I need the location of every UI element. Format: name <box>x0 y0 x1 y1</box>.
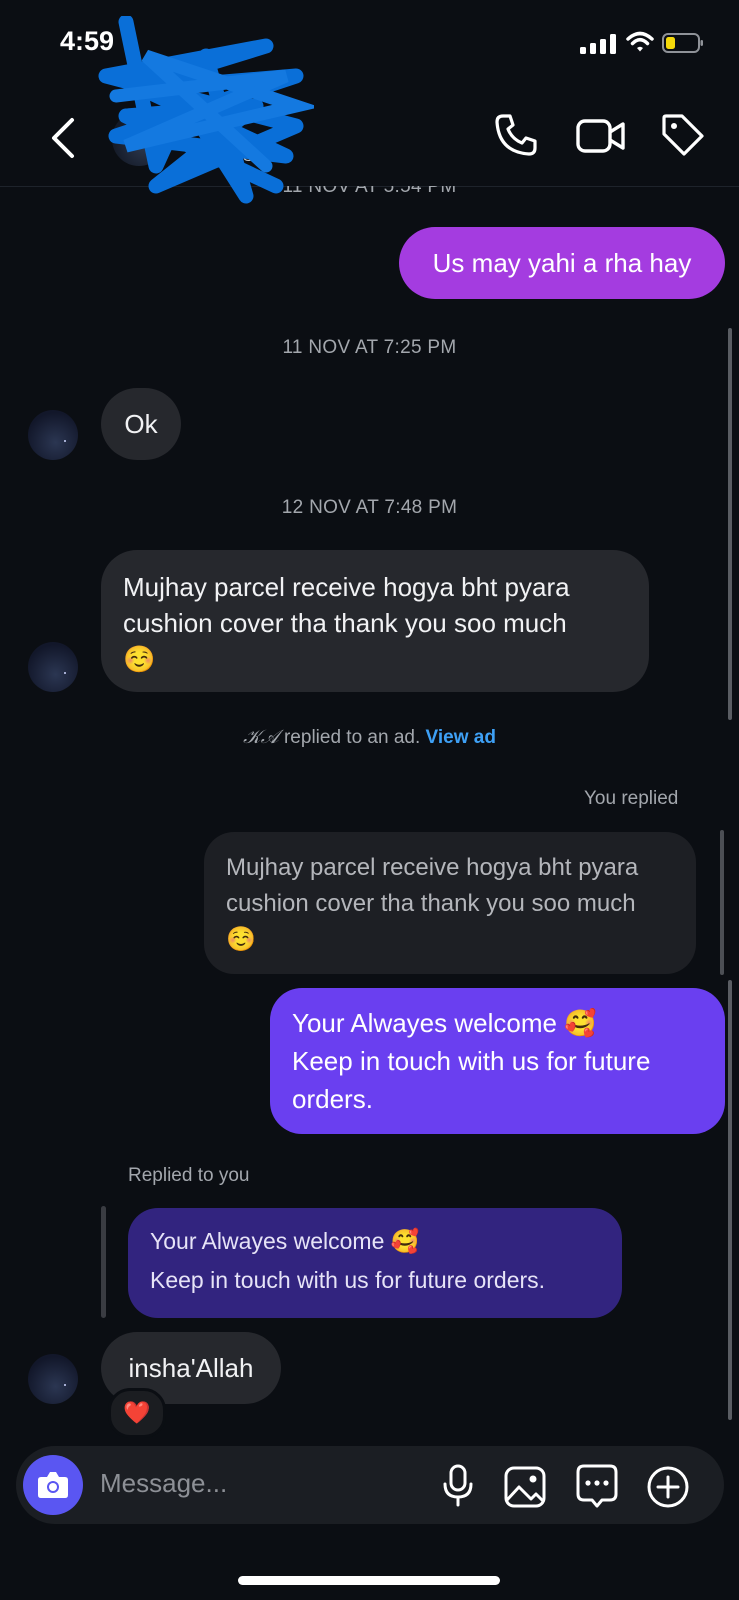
redaction-scribble <box>98 16 314 204</box>
camera-button[interactable] <box>23 1455 83 1515</box>
contact-avatar[interactable] <box>28 642 78 692</box>
contact-avatar[interactable] <box>28 1354 78 1404</box>
camera-icon <box>38 1472 68 1498</box>
heart-reaction[interactable]: ❤️ <box>108 1388 166 1438</box>
microphone-icon[interactable] <box>440 1464 476 1508</box>
outgoing-message[interactable]: Us may yahi a rha hay <box>399 227 725 299</box>
video-camera-icon[interactable] <box>576 116 626 156</box>
plus-icon[interactable] <box>646 1465 690 1509</box>
ad-reply-notice: 𝒦𝒜 replied to an ad. View ad <box>243 726 496 748</box>
wifi-icon <box>626 31 654 52</box>
scroll-indicator <box>728 328 732 720</box>
quoted-message[interactable]: Mujhay parcel receive hogya bht pyara cu… <box>204 832 696 974</box>
quoted-message[interactable]: Your Alwayes welcome 🥰 Keep in touch wit… <box>128 1208 622 1318</box>
contact-avatar[interactable] <box>28 410 78 460</box>
phone-icon[interactable] <box>493 112 539 158</box>
you-replied-label: You replied <box>584 788 679 809</box>
reply-indicator-bar <box>101 1206 106 1318</box>
scroll-indicator <box>728 980 732 1420</box>
sticker-icon[interactable] <box>576 1464 618 1508</box>
view-ad-link[interactable]: View ad <box>426 727 496 748</box>
home-indicator[interactable] <box>238 1576 500 1585</box>
gallery-icon[interactable] <box>504 1466 546 1508</box>
tag-icon[interactable] <box>660 112 706 158</box>
timestamp: 11 NOV AT 7:25 PM <box>282 337 457 358</box>
outgoing-message[interactable]: Your Alwayes welcome 🥰 Keep in touch wit… <box>270 988 725 1134</box>
scroll-indicator <box>720 830 724 975</box>
back-chevron-icon[interactable] <box>48 116 78 160</box>
timestamp: 12 NOV AT 7:48 PM <box>281 497 458 518</box>
replied-to-you-label: Replied to you <box>128 1165 250 1186</box>
battery-icon <box>662 33 703 53</box>
incoming-message[interactable]: Ok <box>101 388 181 460</box>
ad-replier-name: 𝒦𝒜 <box>243 726 279 748</box>
message-input[interactable]: Message... <box>100 1468 227 1499</box>
incoming-message[interactable]: Mujhay parcel receive hogya bht pyara cu… <box>101 550 649 692</box>
cellular-signal-icon <box>580 34 616 54</box>
